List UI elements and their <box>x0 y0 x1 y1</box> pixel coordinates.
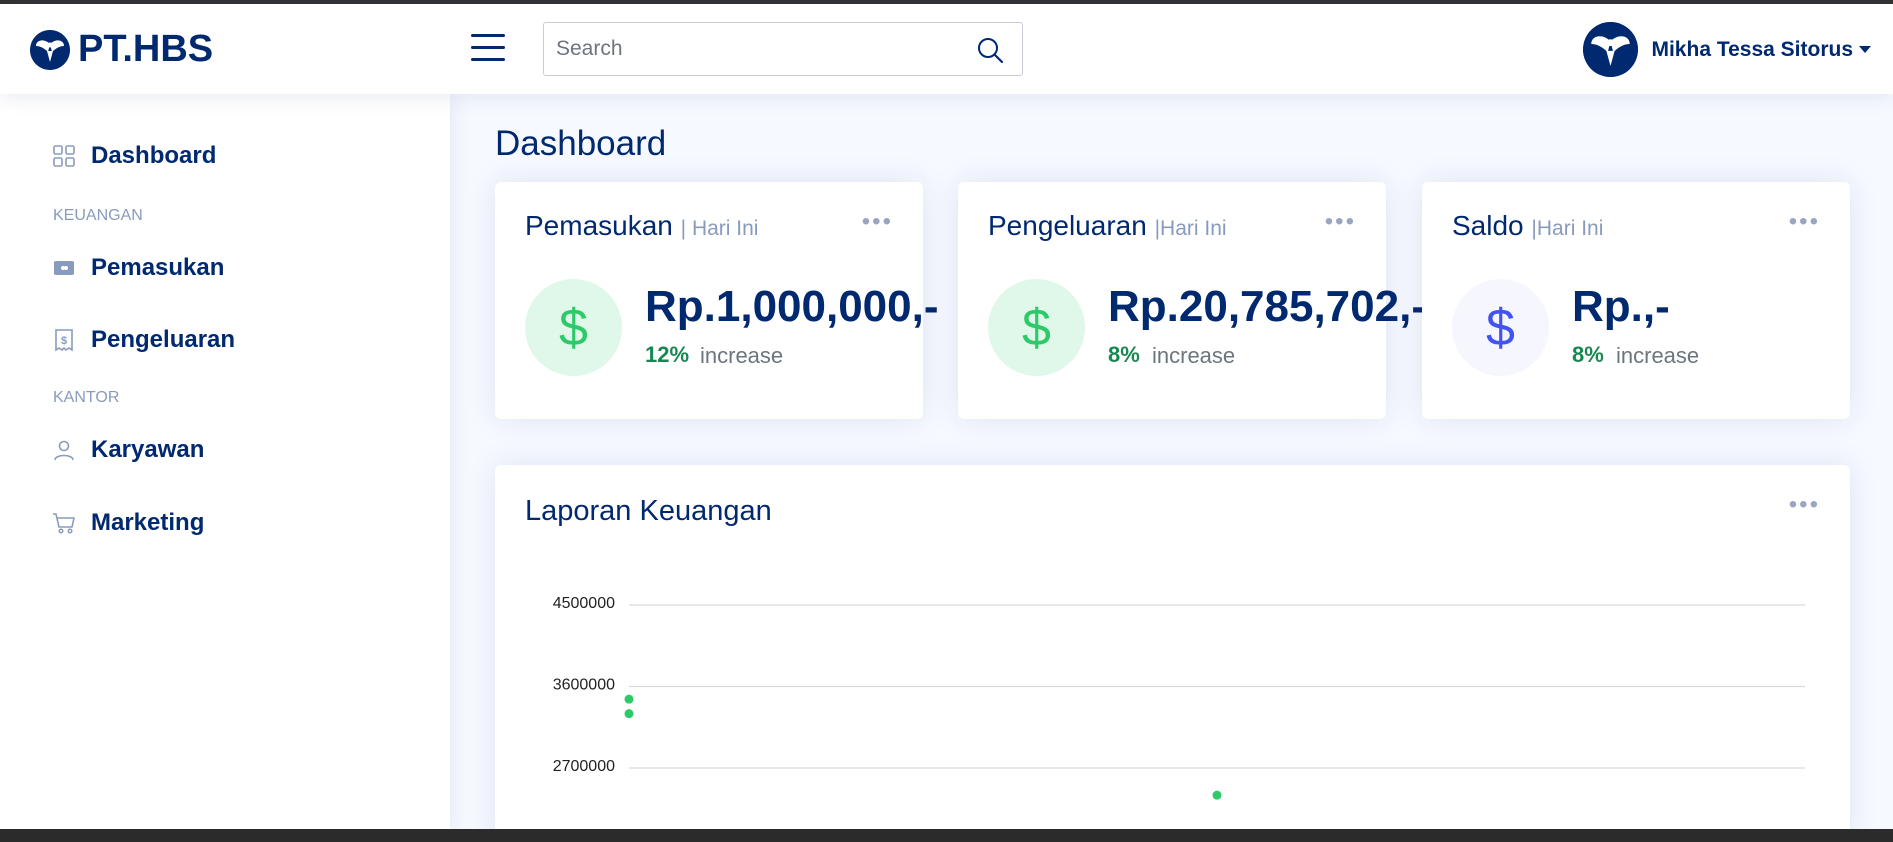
financial-chart: 4500000 3600000 2700000 <box>553 595 1805 800</box>
more-options-button[interactable]: ••• <box>1789 208 1820 236</box>
y-tick-label: 4500000 <box>553 595 615 612</box>
search-icon <box>978 38 1004 64</box>
sidebar-item-karyawan[interactable]: Karyawan <box>52 436 204 464</box>
chart-point[interactable] <box>1212 790 1222 800</box>
dollar-icon: $ <box>988 279 1085 376</box>
sidebar-item-label: Karyawan <box>91 436 205 463</box>
sidebar-heading-keuangan: KEUANGAN <box>53 207 143 224</box>
card-saldo: Saldo |Hari Ini ••• $ Rp.,- 8% increase <box>1422 182 1850 419</box>
card-percent: 8% <box>1572 342 1604 367</box>
chart-point[interactable] <box>624 694 634 704</box>
cart-icon <box>52 511 76 535</box>
sidebar-item-marketing[interactable]: Marketing <box>52 509 204 537</box>
hamburger-line <box>471 58 505 61</box>
logo[interactable]: PT.HBS <box>30 28 213 71</box>
sidebar-item-dashboard[interactable]: Dashboard <box>52 142 216 170</box>
card-percent: 8% <box>1108 342 1140 367</box>
sidebar-toggle-button[interactable] <box>471 34 507 64</box>
more-options-button[interactable]: ••• <box>862 208 893 236</box>
card-title: Pengeluaran |Hari Ini <box>988 210 1227 242</box>
search-input[interactable] <box>544 23 964 75</box>
page-title: Dashboard <box>495 124 667 163</box>
logo-icon <box>30 29 70 70</box>
grid-icon <box>52 144 76 168</box>
card-title-text: Pengeluaran <box>988 210 1147 241</box>
more-options-button[interactable]: ••• <box>1325 208 1356 236</box>
hamburger-line <box>471 46 505 49</box>
card-period: |Hari Ini <box>1531 217 1604 240</box>
y-tick-label: 2700000 <box>553 758 615 775</box>
search-bar <box>543 22 1023 76</box>
card-amount: Rp.20,785,702,- <box>1108 282 1426 331</box>
sidebar-heading-kantor: KANTOR <box>53 389 120 406</box>
card-amount: Rp.,- <box>1572 282 1670 331</box>
card-period: | Hari Ini <box>680 217 759 240</box>
search-button[interactable] <box>976 36 1004 64</box>
dollar-icon: $ <box>525 279 622 376</box>
card-title-text: Saldo <box>1452 210 1524 241</box>
sidebar-item-label: Dashboard <box>91 142 217 169</box>
sidebar-item-label: Pemasukan <box>91 254 225 281</box>
report-card: Laporan Keuangan ••• 4500000 3600000 27000… <box>495 465 1850 842</box>
card-amount: Rp.1,000,000,- <box>645 282 939 331</box>
person-icon <box>52 438 76 462</box>
header: PT.HBS Mikha Tessa Sitorus <box>0 4 1893 94</box>
taskbar <box>0 829 1893 842</box>
sidebar: Dashboard KEUANGAN Pemasukan $ Pengeluar… <box>0 94 450 834</box>
card-period: |Hari Ini <box>1154 217 1227 240</box>
card-trend: increase <box>1152 343 1236 368</box>
hamburger-icon <box>471 34 505 37</box>
user-profile-dropdown[interactable]: Mikha Tessa Sitorus <box>1583 22 1871 77</box>
sidebar-item-pengeluaran[interactable]: $ Pengeluaran <box>52 326 235 354</box>
brand-name: PT.HBS <box>78 28 214 70</box>
user-name: Mikha Tessa Sitorus <box>1651 37 1853 61</box>
dollar-icon: $ <box>1452 279 1549 376</box>
caret-down-icon <box>1859 46 1871 53</box>
sidebar-item-label: Pengeluaran <box>91 326 236 353</box>
card-trend: increase <box>1616 343 1700 368</box>
card-pengeluaran: Pengeluaran |Hari Ini ••• $ Rp.20,785,70… <box>958 182 1426 419</box>
sidebar-item-label: Marketing <box>91 509 205 536</box>
wallet-icon <box>52 256 76 280</box>
card-percent: 12% <box>645 342 690 367</box>
chart-point[interactable] <box>624 709 634 719</box>
avatar <box>1583 22 1639 77</box>
card-trend: increase <box>700 343 784 368</box>
y-tick-label: 3600000 <box>553 677 615 694</box>
card-title: Saldo |Hari Ini <box>1452 210 1603 242</box>
sidebar-item-pemasukan[interactable]: Pemasukan <box>52 254 224 282</box>
card-pemasukan: Pemasukan | Hari Ini ••• $ Rp.1,000,000,… <box>495 182 939 419</box>
card-title: Pemasukan | Hari Ini <box>525 210 758 242</box>
svg-text:$: $ <box>61 335 67 347</box>
receipt-icon: $ <box>52 328 76 352</box>
card-title-text: Pemasukan <box>525 210 673 241</box>
